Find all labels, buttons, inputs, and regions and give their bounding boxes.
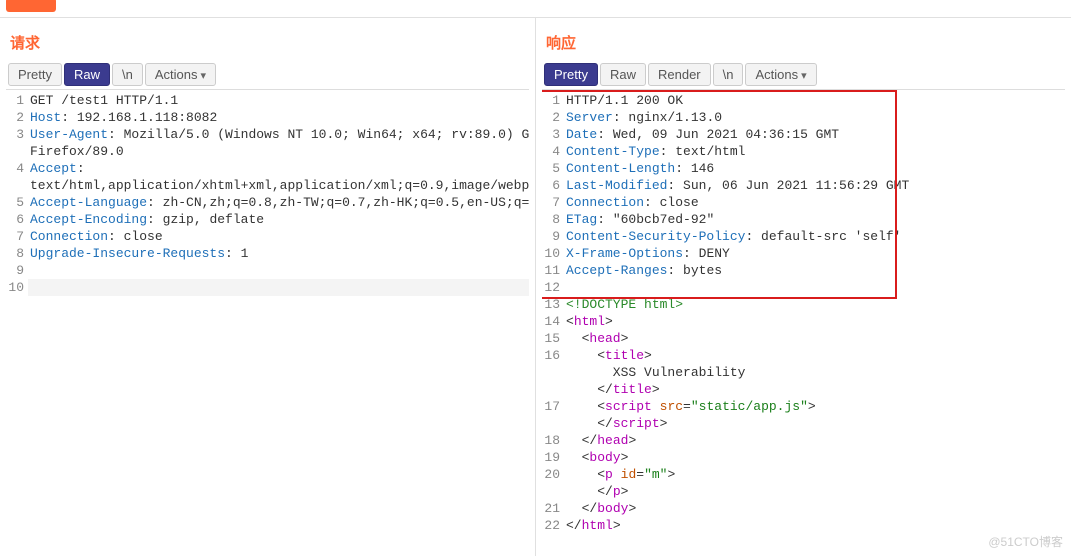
- watermark: @51CTO博客: [988, 533, 1063, 550]
- tab-raw[interactable]: Raw: [600, 63, 646, 86]
- tab-render[interactable]: Render: [648, 63, 711, 86]
- tab-raw[interactable]: Raw: [64, 63, 110, 86]
- response-title: 响应: [542, 28, 1065, 63]
- request-title: 请求: [6, 28, 529, 63]
- request-panel: 请求 Pretty Raw \n Actions▾ 12345678910 GE…: [0, 18, 536, 556]
- tab-newline[interactable]: \n: [713, 63, 744, 86]
- top-toolbar: [0, 0, 1071, 18]
- chevron-down-icon: ▾: [200, 70, 206, 82]
- response-tabs: Pretty Raw Render \n Actions▾: [542, 63, 1065, 86]
- tab-newline[interactable]: \n: [112, 63, 143, 86]
- orange-chip-button[interactable]: [6, 0, 56, 12]
- response-code[interactable]: 12345678910111213141516171819202122 HTTP…: [542, 90, 1065, 556]
- chevron-down-icon: ▾: [801, 70, 807, 82]
- request-tabs: Pretty Raw \n Actions▾: [6, 63, 529, 86]
- request-code[interactable]: 12345678910 GET /test1 HTTP/1.1Host: 192…: [6, 90, 529, 556]
- tab-actions[interactable]: Actions▾: [745, 63, 816, 86]
- tab-pretty[interactable]: Pretty: [8, 63, 62, 86]
- response-panel: 响应 Pretty Raw Render \n Actions▾ 1234567…: [536, 18, 1071, 556]
- tab-actions[interactable]: Actions▾: [145, 63, 216, 86]
- main-split: 请求 Pretty Raw \n Actions▾ 12345678910 GE…: [0, 18, 1071, 556]
- tab-pretty[interactable]: Pretty: [544, 63, 598, 86]
